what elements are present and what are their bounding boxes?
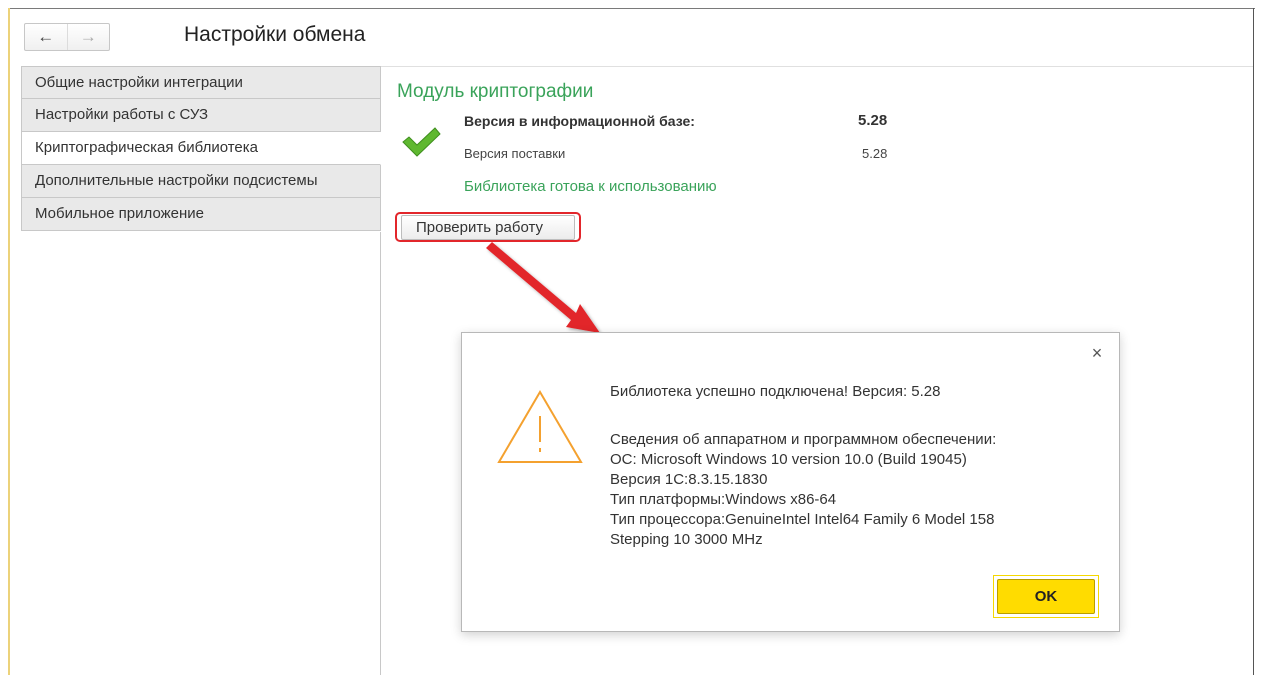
ok-button[interactable]: OK <box>997 579 1095 614</box>
nav-buttons: ← → <box>24 23 110 51</box>
window-top-border <box>8 8 1255 9</box>
ok-button-focus-frame: OK <box>993 575 1099 618</box>
page-title: Настройки обмена <box>184 23 366 46</box>
section-title: Модуль криптографии <box>397 81 594 102</box>
header-divider <box>380 66 1253 67</box>
version-supply-value: 5.28 <box>862 146 888 161</box>
status-text: Библиотека готова к использованию <box>464 178 717 195</box>
message-text: Библиотека успешно подключена! Версия: 5… <box>610 383 941 400</box>
window-right-border <box>1253 8 1254 675</box>
sidebar-divider <box>380 232 381 675</box>
window-left-border <box>8 8 10 675</box>
sidebar: Общие настройки интеграции Настройки раб… <box>21 66 381 231</box>
message-dialog: × Библиотека успешно подключена! Версия:… <box>461 332 1120 632</box>
message-details: Сведения об аппаратном и программном обе… <box>610 430 996 550</box>
warning-icon <box>497 390 583 463</box>
details-line: Сведения об аппаратном и программном обе… <box>610 431 997 448</box>
sidebar-item-suz[interactable]: Настройки работы с СУЗ <box>21 99 381 132</box>
sidebar-item-subsystem-settings[interactable]: Дополнительные настройки подсистемы <box>21 165 381 198</box>
details-line: Версия 1С:8.3.15.1830 <box>610 471 768 488</box>
check-icon <box>402 127 441 157</box>
version-supply-label: Версия поставки <box>464 146 566 161</box>
details-line: Stepping 10 3000 MHz <box>610 531 763 548</box>
details-line: ОС: Microsoft Windows 10 version 10.0 (B… <box>610 451 967 468</box>
sidebar-item-integration[interactable]: Общие настройки интеграции <box>21 66 381 99</box>
check-work-button[interactable]: Проверить работу <box>401 215 575 240</box>
close-icon[interactable]: × <box>1089 344 1105 362</box>
version-db-value: 5.28 <box>858 112 888 129</box>
back-arrow-icon[interactable]: ← <box>25 24 67 50</box>
details-line: Тип процессора:GenuineIntel Intel64 Fami… <box>610 511 995 528</box>
forward-arrow-icon[interactable]: → <box>66 24 110 50</box>
version-db-label: Версия в информационной базе: <box>464 113 695 129</box>
details-line: Тип платформы:Windows x86-64 <box>610 491 837 508</box>
sidebar-item-crypto-library[interactable]: Криптографическая библиотека <box>21 132 381 165</box>
sidebar-item-mobile-app[interactable]: Мобильное приложение <box>21 198 381 231</box>
